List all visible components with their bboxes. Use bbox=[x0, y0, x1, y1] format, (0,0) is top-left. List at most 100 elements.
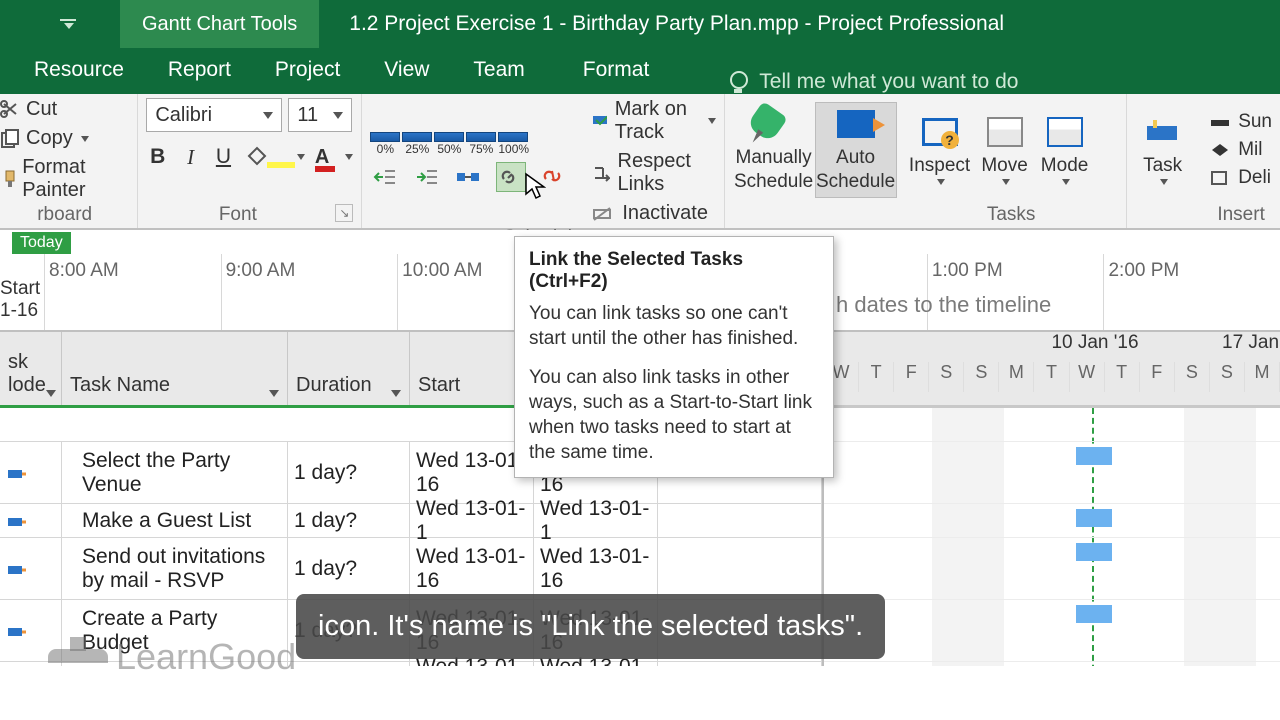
cell-mode[interactable] bbox=[0, 504, 62, 537]
scissors-icon bbox=[0, 100, 20, 120]
table-row[interactable]: Make a Guest List1 day?Wed 13-01-1Wed 13… bbox=[0, 504, 822, 538]
cell-mode[interactable] bbox=[0, 538, 62, 599]
dialog-launcher-icon[interactable]: ↘ bbox=[335, 204, 353, 222]
split-task-button[interactable] bbox=[454, 162, 484, 192]
cell-start[interactable]: Wed 13-01-1 bbox=[410, 504, 534, 537]
outdent-button[interactable] bbox=[370, 162, 400, 192]
cell-mode[interactable] bbox=[0, 442, 62, 503]
tab-project[interactable]: Project bbox=[253, 48, 362, 94]
chevron-down-icon bbox=[391, 390, 401, 397]
font-color-swatch bbox=[315, 166, 335, 172]
summary-label: Sun bbox=[1238, 111, 1272, 133]
tell-me-placeholder: Tell me what you want to do bbox=[759, 70, 1018, 94]
task-button[interactable]: Task bbox=[1135, 102, 1191, 198]
pct-25-button[interactable] bbox=[402, 132, 432, 142]
title-bar: Gantt Chart Tools 1.2 Project Exercise 1… bbox=[0, 0, 1280, 48]
cell-extra[interactable] bbox=[658, 662, 822, 666]
col-duration[interactable]: Duration bbox=[288, 332, 410, 405]
chevron-down-icon[interactable] bbox=[297, 154, 305, 160]
hour-2: 2:00 PM bbox=[1103, 254, 1280, 330]
font-size-combo[interactable]: 11 bbox=[288, 98, 352, 132]
unlink-tasks-button[interactable] bbox=[538, 162, 568, 192]
copy-label: Copy bbox=[26, 127, 73, 150]
gantt-bar[interactable] bbox=[1076, 509, 1112, 527]
spacer bbox=[733, 202, 897, 226]
auto-schedule-button[interactable]: Auto Schedule bbox=[815, 102, 897, 198]
ribbon: Cut Copy Format Painter rboard Calibri 1… bbox=[0, 94, 1280, 230]
cell-name[interactable]: Make a Guest List bbox=[62, 504, 288, 537]
mark-on-track-button[interactable]: Mark on Track bbox=[592, 98, 715, 144]
pct-50-button[interactable] bbox=[434, 132, 464, 142]
pct-75-button[interactable] bbox=[466, 132, 496, 142]
font-size-value: 11 bbox=[297, 104, 318, 127]
bucket-icon bbox=[245, 144, 267, 170]
gantt-bar[interactable] bbox=[1076, 447, 1112, 465]
inactivate-label: Inactivate bbox=[622, 202, 708, 225]
pushpin-icon bbox=[746, 101, 788, 143]
cell-start[interactable]: Wed 13-01-16 bbox=[410, 538, 534, 599]
watermark: LearnGood bbox=[48, 636, 296, 678]
copy-button[interactable]: Copy bbox=[0, 127, 129, 150]
link-tasks-button[interactable] bbox=[496, 162, 526, 192]
col-task-mode[interactable]: sklode bbox=[0, 332, 62, 405]
pct-0-button[interactable] bbox=[370, 132, 400, 142]
cell-duration[interactable]: 1 day? bbox=[288, 442, 410, 503]
move-button[interactable]: Move bbox=[975, 102, 1035, 198]
underline-button[interactable]: U bbox=[212, 142, 235, 172]
document-title: 1.2 Project Exercise 1 - Birthday Party … bbox=[319, 12, 1280, 36]
chevron-down-icon[interactable] bbox=[81, 136, 89, 142]
inactivate-button[interactable]: Inactivate bbox=[592, 202, 715, 225]
cell-finish[interactable]: Wed 13-01-1 bbox=[534, 662, 658, 666]
mark-on-track-label: Mark on Track bbox=[615, 98, 698, 144]
chevron-down-icon[interactable] bbox=[345, 154, 353, 160]
gantt-day: M bbox=[1245, 362, 1280, 392]
inspect-icon bbox=[922, 118, 958, 146]
cell-extra[interactable] bbox=[658, 504, 822, 537]
cell-finish[interactable]: Wed 13-01-16 bbox=[534, 538, 658, 599]
manual-l1: Manually bbox=[736, 147, 812, 169]
format-painter-button[interactable]: Format Painter bbox=[0, 156, 129, 202]
quick-access-toolbar[interactable] bbox=[0, 19, 120, 29]
cell-duration[interactable]: 1 day? bbox=[288, 504, 410, 537]
cell-name[interactable]: Send out invitations by mail - RSVP bbox=[62, 538, 288, 599]
cell-extra[interactable] bbox=[658, 538, 822, 599]
gantt-day: M bbox=[999, 362, 1034, 392]
indent-button[interactable] bbox=[412, 162, 442, 192]
cell-start[interactable]: Wed 13-01-1 bbox=[410, 662, 534, 666]
pct-100-button[interactable] bbox=[498, 132, 528, 142]
percent-complete-row: 0% 25% 50% 75% 100% bbox=[370, 132, 568, 156]
fill-color-button[interactable] bbox=[245, 144, 305, 170]
cell-name[interactable]: Select the Party Venue bbox=[62, 442, 288, 503]
summary-button[interactable]: Sun bbox=[1210, 111, 1272, 133]
italic-button[interactable]: I bbox=[179, 142, 202, 172]
cell-duration[interactable]: 1 day? bbox=[288, 538, 410, 599]
inspect-button[interactable]: Inspect bbox=[905, 102, 975, 198]
bold-button[interactable]: B bbox=[146, 142, 169, 172]
chevron-down-icon bbox=[937, 179, 945, 185]
gantt-bar[interactable] bbox=[1076, 605, 1112, 623]
tab-report[interactable]: Report bbox=[146, 48, 253, 94]
tab-team[interactable]: Team bbox=[451, 48, 546, 94]
tell-me-box[interactable]: Tell me what you want to do bbox=[685, 70, 1018, 94]
gantt-bar[interactable] bbox=[1076, 543, 1112, 561]
manually-schedule-button[interactable]: Manually Schedule bbox=[733, 102, 815, 198]
tab-format[interactable]: Format bbox=[547, 48, 686, 94]
cell-duration[interactable]: 1 day? bbox=[288, 662, 410, 666]
gantt-chart[interactable]: 10 Jan '16 17 Jan WTFSSMTWTFSSM bbox=[824, 332, 1280, 666]
qat-dropdown-icon[interactable] bbox=[60, 19, 78, 29]
mode-button[interactable]: Mode bbox=[1035, 102, 1095, 198]
respect-links-button[interactable]: Respect Links bbox=[592, 150, 715, 196]
font-name-combo[interactable]: Calibri bbox=[146, 98, 282, 132]
cell-finish[interactable]: Wed 13-01-1 bbox=[534, 504, 658, 537]
table-row[interactable]: Send out invitations by mail - RSVP1 day… bbox=[0, 538, 822, 600]
tab-view[interactable]: View bbox=[362, 48, 451, 94]
milestone-button[interactable]: Mil bbox=[1210, 139, 1272, 161]
col-task-name[interactable]: Task Name bbox=[62, 332, 288, 405]
tab-resource[interactable]: Resource bbox=[12, 48, 146, 94]
cut-button[interactable]: Cut bbox=[0, 98, 129, 121]
font-color-button[interactable]: A bbox=[315, 146, 353, 169]
tooltip-p1: You can link tasks so one can't start un… bbox=[529, 301, 819, 351]
deliverable-button[interactable]: Deli bbox=[1210, 167, 1272, 189]
chevron-down-icon[interactable] bbox=[708, 118, 716, 124]
contextual-tab-label: Gantt Chart Tools bbox=[120, 0, 319, 48]
